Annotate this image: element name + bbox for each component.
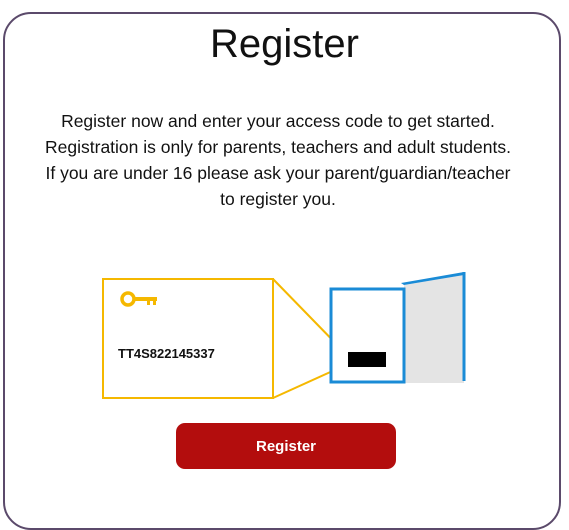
register-button[interactable]: Register [176, 423, 396, 469]
access-code-card [102, 278, 274, 399]
book-icon [329, 272, 466, 384]
access-code-text: TT4S822145337 [118, 346, 215, 361]
code-location-marker [348, 352, 386, 367]
